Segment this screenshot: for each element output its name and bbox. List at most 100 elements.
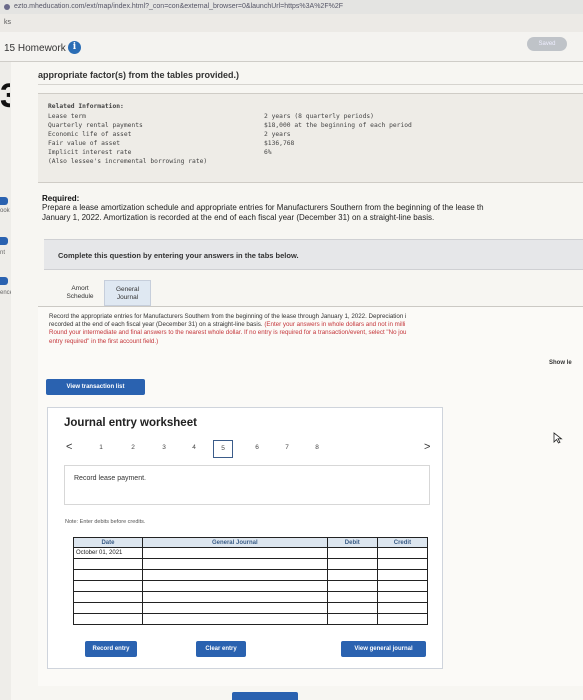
debit-field[interactable]: [326, 547, 378, 559]
tab-label: Schedule: [66, 293, 94, 300]
debit-field[interactable]: [326, 569, 378, 581]
saved-button[interactable]: Saved: [527, 37, 567, 51]
date-cell[interactable]: October 01, 2021: [73, 547, 143, 559]
browser-url-bar[interactable]: ezto.mheducation.com/ext/map/index.html?…: [0, 0, 583, 14]
account-field[interactable]: [141, 569, 328, 581]
related-row: Implicit interest rate 6%: [48, 149, 548, 156]
related-label: Lease term: [48, 113, 86, 120]
credit-field[interactable]: [376, 547, 429, 559]
related-row: Lease term 2 years (8 quarterly periods): [48, 113, 548, 120]
print-icon[interactable]: [0, 237, 8, 245]
related-value: 2 years (8 quarterly periods): [264, 113, 374, 120]
page-7[interactable]: 7: [282, 444, 292, 451]
tab-fragment[interactable]: ks: [4, 19, 11, 26]
next-arrow-icon[interactable]: >: [424, 441, 430, 453]
page-6[interactable]: 6: [252, 444, 262, 451]
credit-field[interactable]: [376, 580, 429, 592]
related-value: $18,000 at the beginning of each period: [264, 122, 412, 129]
question-number: 3: [0, 77, 10, 115]
account-field[interactable]: [141, 547, 328, 559]
references-icon[interactable]: [0, 277, 8, 285]
left-sidebar: [0, 62, 11, 700]
complete-instructions-text: Complete this question by entering your …: [58, 251, 299, 260]
credit-field[interactable]: [376, 613, 429, 625]
panel-line: Record the appropriate entries for Manuf…: [49, 313, 407, 320]
table-row: [73, 591, 429, 603]
view-transaction-list-button[interactable]: View transaction list: [46, 379, 145, 395]
related-row: Economic life of asset 2 years: [48, 131, 548, 138]
mouse-cursor-icon: [553, 432, 563, 444]
required-heading: Required:: [42, 194, 80, 203]
date-column-header: Date: [73, 537, 143, 548]
debit-field[interactable]: [326, 591, 378, 603]
date-cell: [73, 580, 143, 592]
divider: [38, 84, 583, 85]
panel-line: Round your intermediate and final answer…: [49, 329, 407, 337]
debit-field[interactable]: [326, 558, 378, 570]
debit-field[interactable]: [326, 580, 378, 592]
account-field[interactable]: [141, 591, 328, 603]
page-5-current[interactable]: 5: [213, 440, 233, 458]
related-row: (Also lessee's incremental borrowing rat…: [48, 158, 548, 165]
related-label: Economic life of asset: [48, 131, 132, 138]
browser-tab-strip: ks: [0, 14, 583, 32]
related-label: Implicit interest rate: [48, 149, 132, 156]
sidebar-book-label[interactable]: ook: [0, 208, 10, 214]
related-value: 6%: [264, 149, 272, 156]
view-general-journal-button[interactable]: View general journal: [341, 641, 426, 657]
tab-general-journal[interactable]: General Journal: [104, 280, 151, 306]
prev-arrow-icon[interactable]: <: [66, 441, 72, 453]
debit-column-header: Debit: [326, 537, 378, 548]
credit-field[interactable]: [376, 591, 429, 603]
debit-field[interactable]: [326, 602, 378, 614]
account-field[interactable]: [141, 602, 328, 614]
homework-title: 15 Homework: [4, 43, 66, 54]
panel-line: entry required" in the first account fie…: [49, 337, 159, 345]
table-row: [73, 613, 429, 625]
complete-instructions-box: Complete this question by entering your …: [44, 239, 583, 270]
related-row: Quarterly rental payments $18,000 at the…: [48, 122, 548, 129]
page-8[interactable]: 8: [312, 444, 322, 451]
account-field[interactable]: [141, 558, 328, 570]
date-cell: [73, 569, 143, 581]
tab-amort-schedule[interactable]: Amort Schedule: [57, 280, 103, 306]
info-icon[interactable]: i: [68, 41, 81, 54]
panel-instructions: Record the appropriate entries for Manuf…: [49, 313, 583, 346]
panel-text-segment: recorded at the end of each fiscal year …: [49, 321, 265, 329]
page-3[interactable]: 3: [159, 444, 169, 451]
url-text: ezto.mheducation.com/ext/map/index.html?…: [14, 3, 343, 10]
date-cell: [73, 613, 143, 625]
credit-field[interactable]: [376, 602, 429, 614]
related-row: Fair value of asset $136,768: [48, 140, 548, 147]
credit-field[interactable]: [376, 569, 429, 581]
bottom-button-partial[interactable]: [232, 692, 298, 700]
transaction-description: Record lease payment.: [74, 475, 146, 482]
page-2[interactable]: 2: [128, 444, 138, 451]
book-icon[interactable]: [0, 197, 8, 205]
date-cell: [73, 591, 143, 603]
account-field[interactable]: [141, 613, 328, 625]
worksheet-title: Journal entry worksheet: [64, 417, 197, 429]
related-value: 2 years: [264, 131, 291, 138]
show-less-link[interactable]: Show le: [549, 360, 572, 366]
related-value: $136,768: [264, 140, 295, 147]
credit-field[interactable]: [376, 558, 429, 570]
clear-entry-button[interactable]: Clear entry: [196, 641, 246, 657]
related-heading: Related Information:: [48, 103, 124, 110]
tab-label: General: [115, 286, 140, 293]
sidebar-print-label[interactable]: nt: [0, 250, 5, 256]
account-field[interactable]: [141, 580, 328, 592]
transaction-description-box: Record lease payment.: [64, 465, 430, 505]
debit-field[interactable]: [326, 613, 378, 625]
tab-label: Amort: [71, 285, 89, 292]
table-row: [73, 558, 429, 570]
record-entry-button[interactable]: Record entry: [85, 641, 137, 657]
page-4[interactable]: 4: [189, 444, 199, 451]
site-icon: [4, 4, 10, 10]
tab-label: Journal: [116, 294, 139, 301]
page-1[interactable]: 1: [96, 444, 106, 451]
date-cell: [73, 602, 143, 614]
required-line: Prepare a lease amortization schedule an…: [42, 203, 484, 212]
related-label: (Also lessee's incremental borrowing rat…: [48, 158, 208, 165]
related-information-box: Related Information: Lease term 2 years …: [38, 93, 583, 183]
